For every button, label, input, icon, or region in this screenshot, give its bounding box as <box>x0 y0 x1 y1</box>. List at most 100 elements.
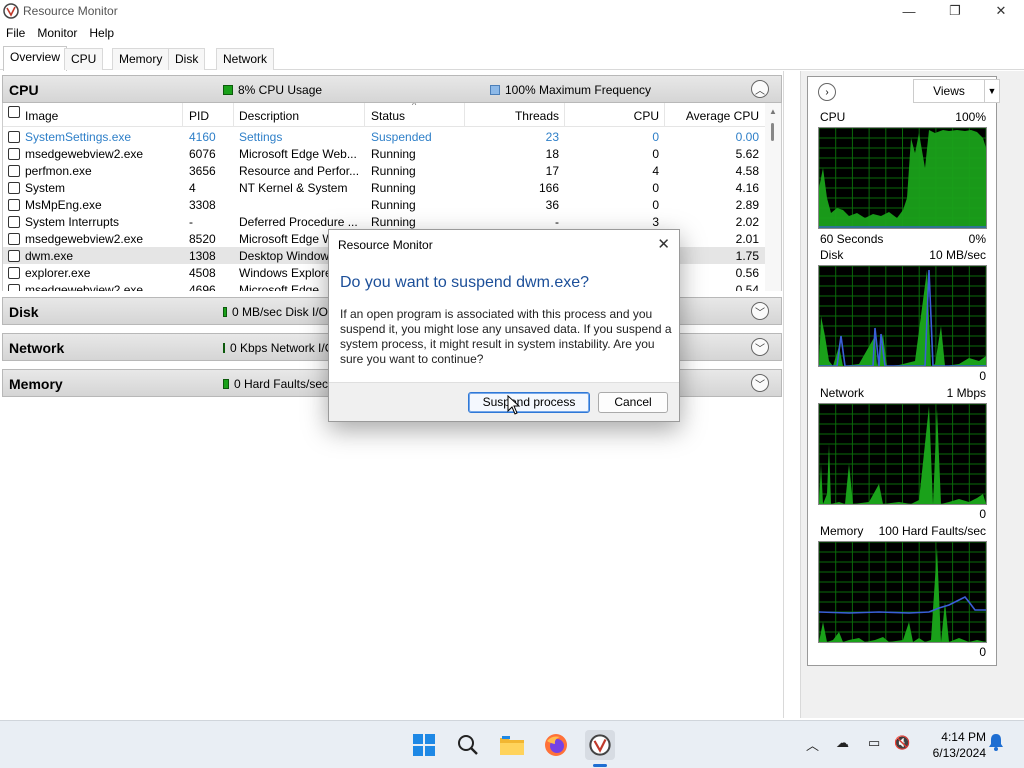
memory-graph-scale: 100 Hard Faults/sec <box>878 524 986 538</box>
windows-start-icon[interactable] <box>409 730 439 760</box>
col-description[interactable]: Description <box>239 109 299 123</box>
disk-indicator-icon <box>223 307 227 317</box>
row-checkbox[interactable] <box>8 199 20 211</box>
minimize-button[interactable]: — <box>886 0 932 22</box>
cancel-button[interactable]: Cancel <box>598 392 668 413</box>
row-checkbox[interactable] <box>8 250 20 262</box>
cell-threads: 17 <box>545 164 559 178</box>
table-row[interactable]: MsMpEng.exe 3308 Running 36 0 2.89 <box>3 196 767 213</box>
col-threads[interactable]: Threads <box>473 109 559 123</box>
maximize-button[interactable]: ❐ <box>932 0 978 22</box>
chevron-up-icon[interactable]: ︿ <box>806 735 819 754</box>
resource-monitor-taskbar-icon[interactable] <box>585 730 615 760</box>
col-average-cpu[interactable]: Average CPU <box>671 109 759 123</box>
row-checkbox[interactable] <box>8 267 20 279</box>
menu-help[interactable]: Help <box>83 24 120 42</box>
cell-average-cpu: 0.00 <box>735 130 759 144</box>
cell-pid: 6076 <box>189 147 216 161</box>
tab-cpu[interactable]: CPU <box>64 48 104 70</box>
cell-status: Suspended <box>371 130 432 144</box>
graphs-pane: › Views ▼ CPU 100% 60 Seconds 0% Disk 10… <box>800 71 1024 718</box>
cpu-frequency-text: 100% Maximum Frequency <box>505 83 652 97</box>
cell-image: MsMpEng.exe <box>25 198 102 212</box>
clock[interactable]: 4:14 PM 6/13/2024 <box>918 729 986 761</box>
network-graph-plot <box>818 403 987 505</box>
cell-cpu: 0 <box>652 130 659 144</box>
cpu-graph-scale: 100% <box>955 110 986 124</box>
table-row[interactable]: msedgewebview2.exe 6076 Microsoft Edge Web… <box>3 145 767 162</box>
row-checkbox[interactable] <box>8 233 20 245</box>
cell-description: Deferred Procedure ... <box>239 215 358 229</box>
col-status[interactable]: Status <box>371 109 405 123</box>
memory-graph-plot <box>818 541 987 643</box>
row-checkbox[interactable] <box>8 216 20 228</box>
col-pid[interactable]: PID <box>189 109 209 123</box>
views-button[interactable]: Views <box>913 79 985 103</box>
close-window-button[interactable]: ✕ <box>978 0 1024 22</box>
table-row[interactable]: System Interrupts - Deferred Procedure ...… <box>3 213 767 230</box>
cell-description: Resource and Perfor... <box>239 164 360 178</box>
tab-network[interactable]: Network <box>216 48 275 70</box>
cpu-graph <box>818 127 987 229</box>
suspend-process-button[interactable]: Suspend process <box>468 392 590 413</box>
row-checkbox[interactable] <box>8 182 20 194</box>
network-icon[interactable]: ▭ <box>868 735 880 751</box>
scroll-up-icon[interactable]: ▲ <box>769 107 777 116</box>
cell-pid: 4 <box>189 181 196 195</box>
chevron-down-icon[interactable]: ﹀ <box>751 374 769 392</box>
firefox-icon[interactable] <box>541 730 571 760</box>
cell-image: explorer.exe <box>25 266 91 280</box>
row-checkbox[interactable] <box>8 165 20 177</box>
network-graph-title: Network <box>820 386 865 400</box>
col-image[interactable]: Image <box>25 109 58 123</box>
notification-bell-icon[interactable] <box>988 733 1004 754</box>
chevron-up-icon[interactable]: ︿ <box>751 80 769 98</box>
table-row[interactable]: System 4 NT Kernel & System Running 166 0 4.16 <box>3 179 767 196</box>
menu-bar: File Monitor Help <box>0 24 120 42</box>
file-explorer-icon[interactable] <box>497 730 527 760</box>
close-icon[interactable]: ✕ <box>657 235 670 253</box>
cell-cpu: 0 <box>652 198 659 212</box>
cell-status: Running <box>371 147 416 161</box>
cell-threads: 166 <box>538 181 559 195</box>
col-cpu[interactable]: CPU <box>573 109 659 123</box>
select-all-checkbox[interactable] <box>8 106 20 118</box>
chevron-right-icon[interactable]: › <box>818 83 836 101</box>
row-checkbox[interactable] <box>8 284 20 291</box>
cpu-section-title: CPU <box>9 82 39 98</box>
row-checkbox[interactable] <box>8 148 20 160</box>
tab-disk[interactable]: Disk <box>168 48 206 70</box>
table-header: Image PID Description Status ^ Threads C… <box>3 103 767 127</box>
menu-monitor[interactable]: Monitor <box>31 24 83 42</box>
memory-stat-text: 0 Hard Faults/sec <box>233 377 328 391</box>
cell-pid: - <box>189 215 193 229</box>
table-scrollbar[interactable]: ▲ <box>765 103 781 291</box>
table-row[interactable]: SystemSettings.exe 4160 Settings Suspended 2… <box>3 128 767 145</box>
views-dropdown-icon[interactable]: ▼ <box>984 79 1000 103</box>
cell-threads: 23 <box>545 130 559 144</box>
network-graph <box>818 403 987 505</box>
menu-file[interactable]: File <box>0 24 31 42</box>
disk-graph-title: Disk <box>820 248 844 262</box>
cpu-section-header[interactable]: CPU 8% CPU Usage 100% Maximum Frequency … <box>2 75 782 103</box>
cell-cpu: 0 <box>652 147 659 161</box>
tab-memory[interactable]: Memory <box>112 48 170 70</box>
cell-average-cpu: 1.75 <box>735 249 759 263</box>
dialog-title: Resource Monitor <box>338 238 433 252</box>
cell-pid: 4508 <box>189 266 216 280</box>
cell-status: Running <box>371 198 416 212</box>
speaker-muted-icon[interactable]: 🔇 <box>894 735 910 751</box>
cpu-frequency-indicator-icon <box>490 85 500 95</box>
scroll-thumb[interactable] <box>771 123 774 141</box>
cell-image: SystemSettings.exe <box>25 130 132 144</box>
cloud-offline-icon[interactable]: ☁ <box>836 735 849 751</box>
memory-graph-title: Memory <box>820 524 864 538</box>
right-pane-scrollbar[interactable] <box>1010 71 1024 718</box>
search-icon[interactable] <box>453 730 483 760</box>
table-row[interactable]: perfmon.exe 3656 Resource and Perfor... Run… <box>3 162 767 179</box>
chevron-down-icon[interactable]: ﹀ <box>751 338 769 356</box>
chevron-down-icon[interactable]: ﹀ <box>751 302 769 320</box>
cell-cpu: 4 <box>652 164 659 178</box>
tab-overview[interactable]: Overview <box>3 46 68 71</box>
row-checkbox[interactable] <box>8 131 20 143</box>
